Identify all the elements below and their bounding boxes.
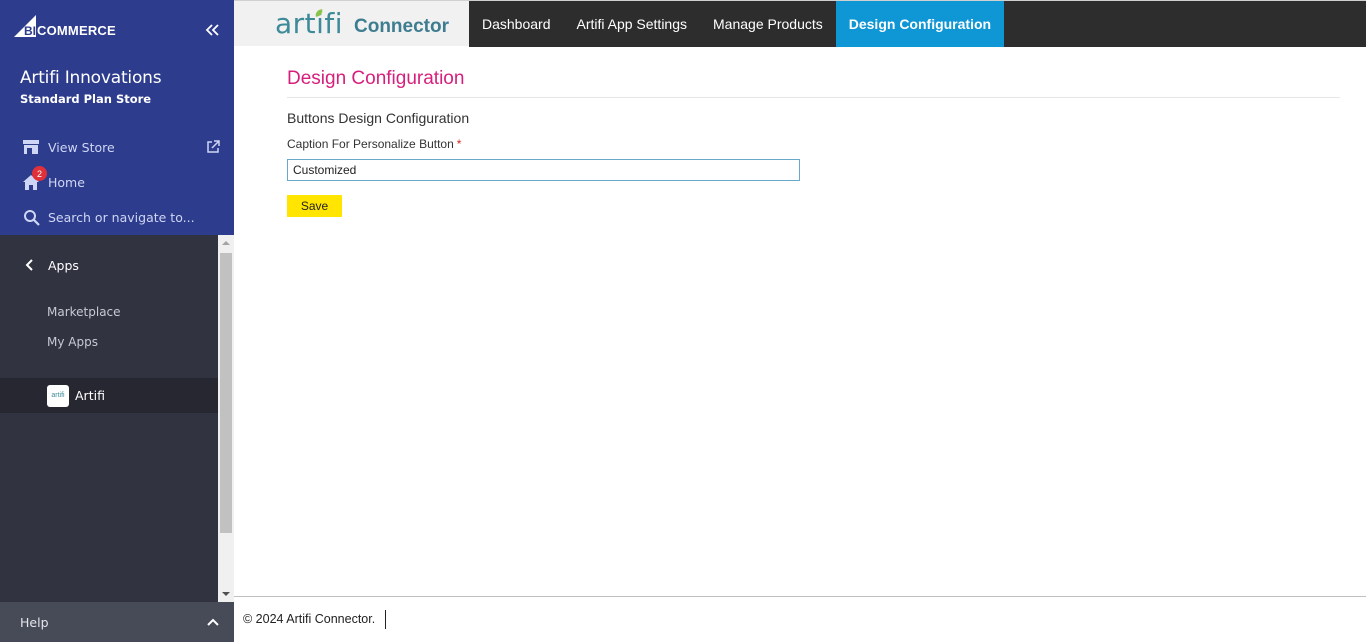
- nav-manage-products[interactable]: Manage Products: [700, 1, 836, 47]
- scroll-down-arrow-icon[interactable]: [218, 586, 234, 602]
- main-nav: Dashboard Artifi App Settings Manage Pro…: [469, 1, 1366, 47]
- section-title: Buttons Design Configuration: [287, 110, 470, 126]
- notification-badge: 2: [32, 166, 47, 181]
- caption-field-label-text: Caption For Personalize Button: [287, 137, 454, 151]
- nav-dashboard[interactable]: Dashboard: [469, 1, 564, 47]
- search-navigate-link[interactable]: Search or navigate to...: [0, 202, 234, 232]
- apps-back-button[interactable]: Apps: [0, 250, 218, 280]
- help-button[interactable]: Help: [0, 602, 234, 642]
- home-icon: 2: [21, 166, 47, 192]
- artifi-app-label: Artifi: [75, 388, 105, 403]
- store-name: Artifi Innovations: [20, 68, 162, 88]
- required-marker: *: [456, 137, 462, 151]
- footer: © 2024 Artifi Connector.: [234, 596, 1366, 642]
- sidebar: BIG COMMERCE Artifi Innovations Standard…: [0, 0, 234, 642]
- scrollbar-thumb[interactable]: [220, 253, 232, 533]
- nav-artifi-app-settings[interactable]: Artifi App Settings: [564, 1, 701, 47]
- save-button[interactable]: Save: [287, 195, 342, 217]
- page-title: Design Configuration: [287, 68, 465, 89]
- storefront-icon: [21, 137, 41, 157]
- app-header: artifi Connector Dashboard Artifi App Se…: [234, 0, 1366, 47]
- sidebar-scrollbar[interactable]: [218, 235, 234, 602]
- external-link-icon: [206, 140, 220, 154]
- caption-field-label: Caption For Personalize Button *: [287, 137, 461, 151]
- view-store-label: View Store: [48, 139, 115, 155]
- store-plan: Standard Plan Store: [20, 92, 152, 106]
- copyright-text: © 2024 Artifi Connector.: [243, 612, 376, 626]
- bigcommerce-logo[interactable]: BIG COMMERCE: [14, 15, 134, 39]
- search-navigate-label: Search or navigate to...: [48, 209, 195, 225]
- sidebar-item-artifi-app[interactable]: artifi Artifi: [0, 378, 218, 413]
- chevron-left-icon: [24, 259, 36, 271]
- apps-heading: Apps: [48, 257, 79, 273]
- collapse-sidebar-icon[interactable]: [202, 20, 222, 40]
- home-label: Home: [48, 174, 85, 190]
- sidebar-header: BIG COMMERCE Artifi Innovations Standard…: [0, 0, 234, 235]
- scroll-up-arrow-icon[interactable]: [218, 235, 234, 251]
- personalize-caption-input[interactable]: [287, 159, 800, 181]
- home-link[interactable]: 2 Home: [0, 166, 234, 197]
- artifi-app-logo: artifi: [47, 384, 69, 407]
- artifi-logo[interactable]: artifi: [275, 9, 343, 39]
- chevron-up-icon: [206, 615, 220, 629]
- sidebar-item-marketplace[interactable]: Marketplace: [47, 305, 121, 319]
- product-name: Connector: [354, 16, 449, 37]
- search-icon: [21, 207, 41, 227]
- sidebar-apps-panel: Apps Marketplace My Apps artifi Artifi: [0, 235, 218, 602]
- help-label: Help: [20, 614, 49, 630]
- view-store-link[interactable]: View Store: [0, 132, 234, 162]
- artifi-logo-text: artifi: [275, 7, 344, 40]
- sidebar-item-my-apps[interactable]: My Apps: [47, 335, 98, 349]
- title-divider: [287, 97, 1340, 98]
- nav-design-configuration[interactable]: Design Configuration: [835, 1, 1005, 47]
- bigcommerce-logo-text: COMMERCE: [37, 23, 116, 38]
- text-cursor: [385, 610, 386, 629]
